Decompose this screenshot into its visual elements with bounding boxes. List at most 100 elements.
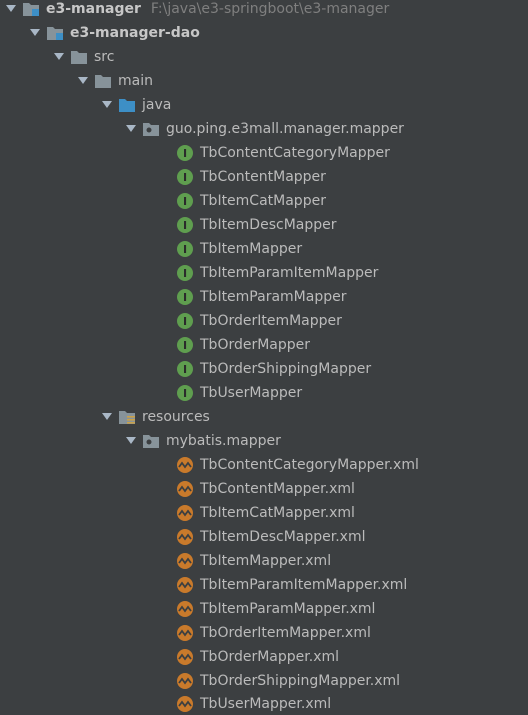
interface-icon: I (176, 144, 194, 162)
xml-file-label: TbOrderItemMapper.xml (200, 625, 371, 641)
svg-text:I: I (183, 339, 187, 352)
expand-arrow-icon[interactable] (52, 45, 66, 69)
expand-arrow-icon[interactable] (76, 69, 90, 93)
java-file-label: TbOrderMapper (200, 337, 311, 353)
interface-icon: I (176, 240, 194, 258)
folder-icon (70, 48, 88, 66)
java-file-label: TbUserMapper (200, 385, 303, 401)
svg-text:I: I (183, 243, 187, 256)
java-file-label: TbItemParamMapper (200, 289, 347, 305)
tree-label-module: e3-manager-dao (70, 25, 200, 41)
svg-text:I: I (183, 387, 187, 400)
java-file-label: TbItemDescMapper (200, 217, 337, 233)
tree-label-mapper-package: guo.ping.e3mall.manager.mapper (166, 121, 404, 137)
java-file-item[interactable]: I TbContentMapper (0, 165, 528, 189)
xml-file-item[interactable]: TbItemParamMapper.xml (0, 597, 528, 621)
mybatis-xml-icon (176, 528, 194, 546)
mybatis-xml-icon (176, 504, 194, 522)
expand-arrow-icon[interactable] (100, 405, 114, 429)
interface-icon: I (176, 336, 194, 354)
java-file-item[interactable]: I TbItemMapper (0, 237, 528, 261)
expand-arrow-icon[interactable] (4, 0, 18, 21)
expand-arrow-icon[interactable] (28, 21, 42, 45)
tree-label-main: main (118, 73, 153, 89)
tree-node-java[interactable]: java (0, 93, 528, 117)
tree-label-resources: resources (142, 409, 210, 425)
resources-folder-icon (118, 408, 136, 426)
java-file-label: TbItemParamItemMapper (200, 265, 379, 281)
xml-file-item[interactable]: TbItemMapper.xml (0, 549, 528, 573)
xml-file-item[interactable]: TbOrderMapper.xml (0, 645, 528, 669)
xml-file-item[interactable]: TbContentCategoryMapper.xml (0, 453, 528, 477)
java-file-label: TbItemCatMapper (200, 193, 326, 209)
java-file-label: TbContentCategoryMapper (200, 145, 390, 161)
xml-file-label: TbItemMapper.xml (200, 553, 332, 569)
xml-file-label: TbOrderShippingMapper.xml (200, 673, 401, 689)
tree-node-src[interactable]: src (0, 45, 528, 69)
interface-icon: I (176, 264, 194, 282)
svg-text:I: I (183, 315, 187, 328)
interface-icon: I (176, 312, 194, 330)
tree-label-xml-package: mybatis.mapper (166, 433, 281, 449)
xml-file-item[interactable]: TbOrderShippingMapper.xml (0, 669, 528, 693)
folder-icon (94, 72, 112, 90)
mybatis-xml-icon (176, 456, 194, 474)
expand-arrow-icon[interactable] (124, 429, 138, 453)
svg-text:I: I (183, 195, 187, 208)
java-file-item[interactable]: I TbContentCategoryMapper (0, 141, 528, 165)
tree-node-e3-manager-dao[interactable]: e3-manager-dao (0, 21, 528, 45)
mybatis-xml-icon (176, 576, 194, 594)
tree-node-e3-manager[interactable]: e3-manager F:\java\e3-springboot\e3-mana… (0, 0, 528, 21)
module-path: F:\java\e3-springboot\e3-manager (150, 1, 390, 17)
mybatis-xml-icon (176, 672, 194, 690)
svg-text:I: I (183, 171, 187, 184)
expand-arrow-icon[interactable] (124, 117, 138, 141)
mybatis-xml-icon (176, 695, 194, 713)
svg-text:I: I (183, 267, 187, 280)
interface-icon: I (176, 216, 194, 234)
java-file-item[interactable]: I TbItemCatMapper (0, 189, 528, 213)
java-file-item[interactable]: I TbOrderItemMapper (0, 309, 528, 333)
xml-file-label: TbItemParamMapper.xml (200, 601, 376, 617)
mybatis-xml-icon (176, 552, 194, 570)
java-file-item[interactable]: I TbOrderMapper (0, 333, 528, 357)
java-file-item[interactable]: I TbOrderShippingMapper (0, 357, 528, 381)
tree-node-mapper-package[interactable]: guo.ping.e3mall.manager.mapper (0, 117, 528, 141)
xml-file-item[interactable]: TbItemDescMapper.xml (0, 525, 528, 549)
svg-text:I: I (183, 219, 187, 232)
java-file-label: TbOrderItemMapper (200, 313, 342, 329)
tree-label-root: e3-manager (46, 1, 141, 17)
svg-text:I: I (183, 363, 187, 376)
tree-node-main[interactable]: main (0, 69, 528, 93)
source-folder-icon (118, 96, 136, 114)
module-folder-icon (46, 24, 64, 42)
tree-node-xml-package[interactable]: mybatis.mapper (0, 429, 528, 453)
xml-file-label: TbContentMapper.xml (200, 481, 355, 497)
project-tree: e3-manager F:\java\e3-springboot\e3-mana… (0, 0, 528, 715)
xml-file-label: TbUserMapper.xml (200, 696, 332, 712)
tree-label-src: src (94, 49, 115, 65)
xml-file-label: TbContentCategoryMapper.xml (200, 457, 419, 473)
package-icon (142, 120, 160, 138)
xml-file-item[interactable]: TbItemCatMapper.xml (0, 501, 528, 525)
xml-file-item[interactable]: TbItemParamItemMapper.xml (0, 573, 528, 597)
java-file-item[interactable]: I TbItemDescMapper (0, 213, 528, 237)
xml-file-item[interactable]: TbUserMapper.xml (0, 693, 528, 715)
java-file-item[interactable]: I TbUserMapper (0, 381, 528, 405)
xml-file-item[interactable]: TbOrderItemMapper.xml (0, 621, 528, 645)
mybatis-xml-icon (176, 648, 194, 666)
java-file-item[interactable]: I TbItemParamItemMapper (0, 261, 528, 285)
interface-icon: I (176, 384, 194, 402)
package-icon (142, 432, 160, 450)
xml-file-item[interactable]: TbContentMapper.xml (0, 477, 528, 501)
java-file-item[interactable]: I TbItemParamMapper (0, 285, 528, 309)
interface-icon: I (176, 288, 194, 306)
interface-icon: I (176, 192, 194, 210)
mybatis-xml-icon (176, 480, 194, 498)
xml-file-label: TbOrderMapper.xml (200, 649, 340, 665)
java-file-label: TbOrderShippingMapper (200, 361, 372, 377)
tree-node-resources[interactable]: resources (0, 405, 528, 429)
svg-text:I: I (183, 147, 187, 160)
expand-arrow-icon[interactable] (100, 93, 114, 117)
mybatis-xml-icon (176, 600, 194, 618)
